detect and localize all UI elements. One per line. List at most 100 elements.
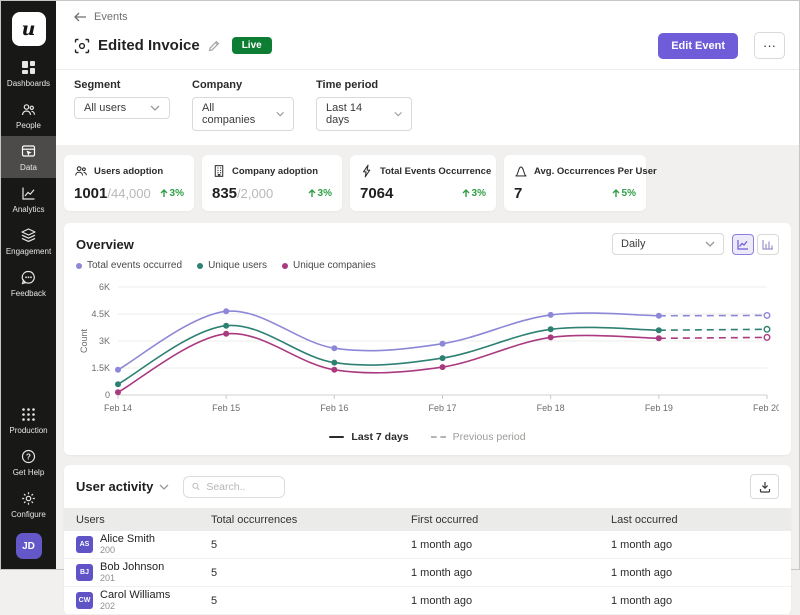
up-arrow-icon	[308, 189, 316, 198]
segment-filter-label: Segment	[74, 79, 170, 91]
stat-card-change: 3%	[160, 188, 184, 199]
table-row[interactable]: CW Carol Williams202 5 1 month ago 1 mon…	[64, 587, 791, 615]
chevron-down-icon	[705, 241, 715, 247]
stat-card-change: 3%	[462, 188, 486, 199]
svg-text:4.5K: 4.5K	[91, 309, 110, 319]
cell-total-occurrences: 5	[211, 539, 411, 551]
bell-curve-icon	[514, 164, 528, 178]
bar-chart-toggle[interactable]	[757, 234, 779, 255]
granularity-select[interactable]: Daily	[612, 233, 724, 255]
company-adoption-icon	[212, 164, 226, 178]
cell-last-occurred: 1 month ago	[611, 539, 779, 551]
search-icon	[192, 481, 200, 492]
svg-text:Feb 15: Feb 15	[212, 403, 240, 413]
stat-card-total: /44,000	[107, 186, 150, 201]
sidebar-item-feedback[interactable]: Feedback	[1, 262, 56, 304]
people-icon	[20, 101, 37, 118]
svg-text:Count: Count	[79, 329, 89, 354]
edit-event-button[interactable]: Edit Event	[658, 33, 738, 59]
download-icon	[759, 481, 771, 493]
svg-text:Feb 16: Feb 16	[320, 403, 348, 413]
svg-text:Feb 20: Feb 20	[753, 403, 779, 413]
user-activity-title-dropdown[interactable]: User activity	[76, 479, 169, 494]
row-avatar: CW	[76, 592, 93, 609]
legend-unique-companies[interactable]: Unique companies	[282, 260, 376, 271]
row-avatar: AS	[76, 536, 93, 553]
stat-card-label: Avg. Occurrences Per User	[534, 166, 657, 177]
company-filter-label: Company	[192, 79, 294, 91]
cell-last-occurred: 1 month ago	[611, 567, 779, 579]
overview-line-chart: 01.5K3K4.5K6KFeb 14Feb 15Feb 16Feb 17Feb…	[76, 277, 779, 427]
svg-text:?: ?	[26, 452, 31, 461]
feedback-icon	[20, 269, 37, 286]
user-name[interactable]: Carol Williams	[100, 589, 170, 602]
page-header: Events Edited Invoice Live Edit Event ··…	[56, 1, 799, 69]
svg-text:3K: 3K	[99, 336, 110, 346]
cell-first-occurred: 1 month ago	[411, 567, 611, 579]
chevron-down-icon	[394, 111, 402, 117]
chevron-down-icon	[159, 484, 169, 490]
table-header: Users Total occurrences First occurred L…	[64, 508, 791, 531]
download-button[interactable]	[750, 474, 779, 499]
user-activity-title: User activity	[76, 479, 153, 494]
edit-pencil-icon[interactable]	[208, 40, 220, 52]
user-name[interactable]: Bob Johnson	[100, 561, 164, 574]
column-last-occurred: Last occurred	[611, 514, 779, 526]
back-link[interactable]: Events	[74, 11, 128, 23]
column-total-occurrences: Total occurrences	[211, 514, 411, 526]
svg-text:Feb 17: Feb 17	[428, 403, 456, 413]
chevron-down-icon	[276, 111, 284, 117]
svg-text:6K: 6K	[99, 282, 110, 292]
sidebar-item-people[interactable]: People	[1, 94, 56, 136]
stat-card-change: 3%	[308, 188, 332, 199]
sidebar-item-get-help[interactable]: ? Get Help	[1, 441, 56, 483]
data-icon	[20, 143, 37, 160]
sidebar-item-analytics[interactable]: Analytics	[1, 178, 56, 220]
stat-card-total-events: Total Events Occurrence 7064 3%	[350, 155, 496, 211]
stat-card-label: Users adoption	[94, 166, 163, 177]
lightning-icon	[360, 164, 374, 178]
help-icon: ?	[20, 448, 37, 465]
stat-card-value: 7064	[360, 185, 393, 202]
segment-filter-select[interactable]: All users	[74, 97, 170, 119]
user-avatar[interactable]: JD	[16, 533, 42, 559]
user-name[interactable]: Alice Smith	[100, 533, 155, 546]
stat-card-change: 5%	[612, 188, 636, 199]
configure-icon	[20, 490, 37, 507]
stat-card-company-adoption: Company adoption 835/2,000 3%	[202, 155, 342, 211]
sidebar-item-label: Dashboards	[7, 79, 50, 88]
svg-text:0: 0	[105, 390, 110, 400]
page-title: Edited Invoice	[98, 37, 200, 54]
company-filter-select[interactable]: All companies	[192, 97, 294, 131]
sidebar-item-label: Data	[20, 163, 37, 172]
more-options-button[interactable]: ···	[754, 32, 785, 59]
sidebar-item-configure[interactable]: Configure	[1, 483, 56, 525]
time-period-filter-select[interactable]: Last 14 days	[316, 97, 412, 131]
table-row[interactable]: BJ Bob Johnson201 5 1 month ago 1 month …	[64, 559, 791, 587]
legend-dot	[76, 263, 82, 269]
legend-last-7-days: Last 7 days	[329, 431, 408, 443]
sidebar-item-production[interactable]: Production	[1, 399, 56, 441]
search-input[interactable]	[206, 481, 276, 493]
cell-total-occurrences: 5	[211, 567, 411, 579]
segment-filter-value: All users	[84, 102, 126, 114]
sidebar-item-dashboards[interactable]: Dashboards	[1, 52, 56, 94]
table-row[interactable]: AS Alice Smith200 5 1 month ago 1 month …	[64, 531, 791, 559]
sidebar-item-engagement[interactable]: Engagement	[1, 220, 56, 262]
sidebar-item-data[interactable]: Data	[1, 136, 56, 178]
filter-bar: Segment All users Company All companies …	[56, 69, 799, 145]
legend-total-events[interactable]: Total events occurred	[76, 260, 182, 271]
dashed-line-sample	[431, 436, 446, 438]
cell-last-occurred: 1 month ago	[611, 595, 779, 607]
stat-card-users-adoption: Users adoption 1001/44,000 3%	[64, 155, 194, 211]
app-logo[interactable]: u	[12, 12, 46, 46]
back-label: Events	[94, 11, 128, 23]
line-chart-toggle[interactable]	[732, 234, 754, 255]
stat-card-value: 835	[212, 185, 237, 202]
sidebar-item-label: Get Help	[13, 468, 45, 477]
stat-card-value: 1001	[74, 185, 107, 202]
user-id: 201	[100, 574, 164, 584]
user-id: 202	[100, 602, 170, 612]
dashboards-icon	[20, 59, 37, 76]
legend-unique-users[interactable]: Unique users	[197, 260, 267, 271]
